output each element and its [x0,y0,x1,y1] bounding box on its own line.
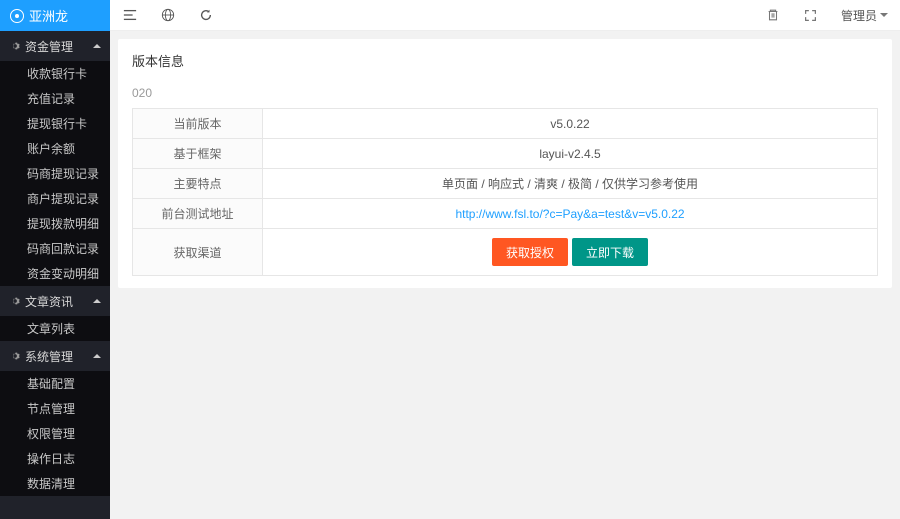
sidebar-item[interactable]: 提现拨款明细 [0,211,110,236]
brand-logo[interactable]: 亚洲龙 [0,0,110,31]
sidebar-menu: 资金管理收款银行卡充值记录提现银行卡账户余额码商提现记录商户提现记录提现拨款明细… [0,31,110,519]
brand-text: 亚洲龙 [29,6,68,25]
menu-group-title: 文章资讯 [25,293,73,310]
row-label: 获取渠道 [133,229,263,276]
row-value: 单页面 / 响应式 / 清爽 / 极简 / 仅供学习参考使用 [263,169,878,199]
sidebar-item[interactable]: 码商提现记录 [0,161,110,186]
trash-icon[interactable] [765,7,781,23]
page-title: 版本信息 [132,51,878,70]
get-auth-button[interactable]: 获取授权 [492,238,568,266]
user-name: 管理员 [841,7,877,24]
menu-group-title: 资金管理 [25,38,73,55]
menu-toggle-icon[interactable] [122,7,138,23]
row-value: layui-v2.4.5 [263,139,878,169]
info-table: 当前版本v5.0.22基于框架layui-v2.4.5主要特点单页面 / 响应式… [132,108,878,276]
chevron-down-icon [880,13,888,17]
sidebar-item[interactable]: 文章列表 [0,316,110,341]
chevron-up-icon [93,44,101,48]
sidebar-item[interactable]: 充值记录 [0,86,110,111]
row-value: http://www.fsl.to/?c=Pay&a=test&v=v5.0.2… [263,199,878,229]
table-row: 当前版本v5.0.22 [133,109,878,139]
sidebar-item[interactable]: 资金变动明细 [0,261,110,286]
row-label: 主要特点 [133,169,263,199]
sidebar-item[interactable]: 权限管理 [0,421,110,446]
test-url-link[interactable]: http://www.fsl.to/?c=Pay&a=test&v=v5.0.2… [455,207,684,221]
gear-icon [10,41,20,51]
menu-group-header[interactable]: 文章资讯 [0,286,110,316]
table-row: 获取渠道获取授权立即下载 [133,229,878,276]
gear-icon [10,351,20,361]
chevron-up-icon [93,299,101,303]
menu-group-header[interactable]: 资金管理 [0,31,110,61]
table-row: 基于框架layui-v2.4.5 [133,139,878,169]
user-menu[interactable]: 管理员 [841,7,888,24]
sidebar-item[interactable]: 基础配置 [0,371,110,396]
sidebar-item[interactable]: 操作日志 [0,446,110,471]
globe-icon[interactable] [160,7,176,23]
breadcrumb: 020 [132,86,878,100]
row-label: 当前版本 [133,109,263,139]
sidebar-item[interactable]: 数据清理 [0,471,110,496]
chevron-up-icon [93,354,101,358]
table-row: 主要特点单页面 / 响应式 / 清爽 / 极简 / 仅供学习参考使用 [133,169,878,199]
menu-group-title: 系统管理 [25,348,73,365]
table-row: 前台测试地址 http://www.fsl.to/?c=Pay&a=test&v=… [133,199,878,229]
sidebar-item[interactable]: 码商回款记录 [0,236,110,261]
fullscreen-icon[interactable] [803,7,819,23]
topbar: 管理员 [110,0,900,31]
row-label: 基于框架 [133,139,263,169]
sidebar-item[interactable]: 提现银行卡 [0,111,110,136]
row-value: v5.0.22 [263,109,878,139]
download-button[interactable]: 立即下载 [572,238,648,266]
row-label: 前台测试地址 [133,199,263,229]
gear-icon [10,296,20,306]
brand-icon [10,9,24,23]
refresh-icon[interactable] [198,7,214,23]
sidebar-item[interactable]: 账户余额 [0,136,110,161]
row-value: 获取授权立即下载 [263,229,878,276]
sidebar: 亚洲龙 资金管理收款银行卡充值记录提现银行卡账户余额码商提现记录商户提现记录提现… [0,0,110,519]
sidebar-item[interactable]: 商户提现记录 [0,186,110,211]
menu-group-header[interactable]: 系统管理 [0,341,110,371]
sidebar-item[interactable]: 节点管理 [0,396,110,421]
sidebar-item[interactable]: 收款银行卡 [0,61,110,86]
main: 管理员 版本信息 020 当前版本v5.0.22基于框架layui-v2.4.5… [110,0,900,519]
content-card: 版本信息 020 当前版本v5.0.22基于框架layui-v2.4.5主要特点… [118,39,892,288]
